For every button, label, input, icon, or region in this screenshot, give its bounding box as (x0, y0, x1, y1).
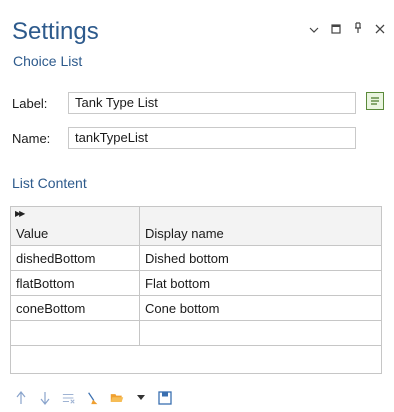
settings-title: Settings (12, 18, 99, 45)
expand-arrows-icon[interactable]: ▶▶ (15, 209, 25, 218)
table-cell[interactable]: Flat bottom (139, 270, 381, 296)
maximize-icon[interactable] (330, 22, 342, 37)
name-field[interactable]: tankTypeList (68, 127, 356, 149)
table-cell[interactable]: flatBottom (11, 270, 140, 296)
dropdown-icon[interactable] (134, 390, 148, 406)
column-header-value[interactable]: ▶▶ Value (11, 207, 140, 246)
table-cell[interactable]: coneBottom (11, 295, 140, 321)
list-content-title: List Content (12, 175, 87, 191)
table-cell[interactable]: Cone bottom (139, 295, 381, 321)
label-field[interactable]: Tank Type List (68, 92, 356, 114)
name-caption: Name: (12, 130, 51, 146)
label-row: Label: Tank Type List (12, 92, 356, 114)
move-up-icon[interactable] (14, 390, 28, 406)
move-down-icon[interactable] (38, 390, 52, 406)
close-icon[interactable] (374, 22, 386, 37)
window-controls (308, 22, 386, 37)
list-content-table: ▶▶ Value Display name dishedBottom Dishe… (10, 206, 382, 374)
text-icon[interactable] (366, 92, 384, 110)
name-row: Name: tankTypeList (12, 127, 356, 149)
save-icon[interactable] (158, 390, 172, 406)
table-cell[interactable]: dishedBottom (11, 245, 140, 271)
table-row[interactable]: flatBottom Flat bottom (11, 270, 381, 296)
table-cell[interactable]: Dished bottom (139, 245, 381, 271)
table-cell[interactable] (139, 320, 381, 346)
list-toolbar (14, 390, 172, 406)
table-row[interactable] (11, 320, 381, 346)
settings-subtitle: Choice List (13, 53, 83, 69)
pin-icon[interactable] (352, 22, 364, 37)
table-row[interactable]: dishedBottom Dished bottom (11, 245, 381, 271)
table-row[interactable]: coneBottom Cone bottom (11, 295, 381, 321)
sweep-icon[interactable] (86, 390, 100, 406)
clear-table-icon[interactable] (62, 390, 76, 406)
table-cell[interactable] (11, 320, 140, 346)
column-header-display-name[interactable]: Display name (139, 207, 381, 246)
label-caption: Label: (12, 95, 48, 111)
chevron-down-icon[interactable] (308, 22, 320, 37)
open-folder-icon[interactable] (110, 390, 124, 406)
